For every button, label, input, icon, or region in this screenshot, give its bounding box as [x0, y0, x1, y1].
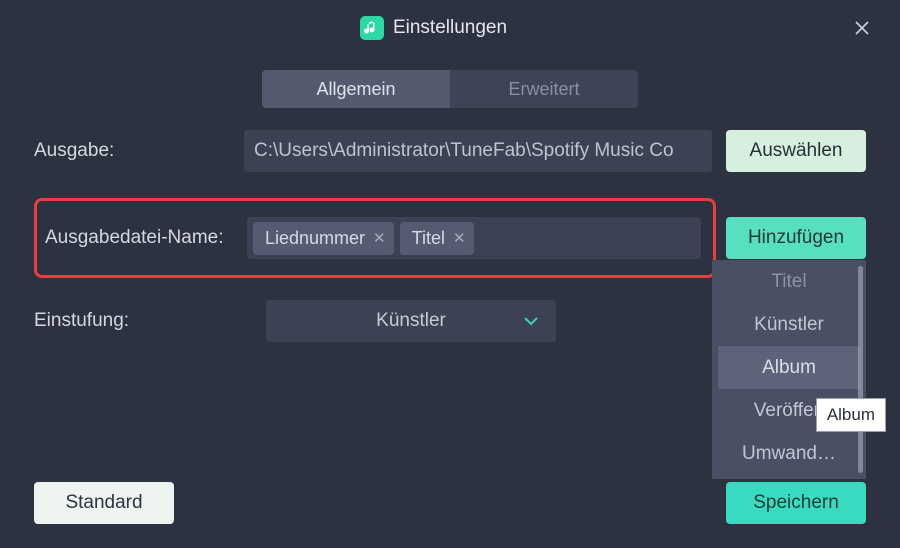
window-title: Einstellungen	[393, 17, 507, 39]
remove-tag-icon[interactable]: ✕	[453, 229, 466, 247]
filename-highlight: Ausgabedatei-Name: Liednummer ✕ Titel ✕	[34, 198, 716, 278]
tab-bar: Allgemein Erweitert	[0, 70, 900, 108]
tag-label: Titel	[412, 228, 445, 249]
classification-value: Künstler	[376, 310, 446, 332]
output-label: Ausgabe:	[34, 140, 244, 162]
default-button[interactable]: Standard	[34, 482, 174, 524]
chevron-down-icon	[524, 310, 538, 332]
tab-general[interactable]: Allgemein	[262, 70, 450, 108]
dropdown-item-album[interactable]: Album	[718, 346, 860, 389]
classification-select[interactable]: Künstler	[266, 300, 556, 342]
dropdown-item-title[interactable]: Titel	[712, 260, 866, 303]
tag-label: Liednummer	[265, 228, 365, 249]
footer: Standard Speichern	[34, 482, 866, 524]
add-button[interactable]: Hinzufügen	[726, 217, 866, 259]
dropdown-item-artist[interactable]: Künstler	[712, 303, 866, 346]
app-icon	[360, 16, 384, 40]
output-path-field[interactable]: C:\Users\Administrator\TuneFab\Spotify M…	[244, 130, 712, 172]
filename-label: Ausgabedatei-Name:	[45, 227, 247, 249]
save-button[interactable]: Speichern	[726, 482, 866, 524]
add-dropdown[interactable]: Titel Künstler Album Veröffen Umwand…	[712, 260, 866, 479]
tab-advanced[interactable]: Erweitert	[450, 70, 638, 108]
tooltip: Album	[816, 398, 886, 432]
titlebar: Einstellungen	[0, 0, 900, 56]
remove-tag-icon[interactable]: ✕	[373, 229, 386, 247]
close-icon[interactable]	[854, 20, 870, 36]
row-output: Ausgabe: C:\Users\Administrator\TuneFab\…	[34, 130, 866, 172]
tag-tracknumber: Liednummer ✕	[253, 222, 394, 255]
filename-tag-input[interactable]: Liednummer ✕ Titel ✕	[247, 217, 701, 259]
dropdown-item-convert[interactable]: Umwand…	[712, 432, 866, 475]
classification-label: Einstufung:	[34, 310, 266, 332]
dropdown-scrollbar[interactable]	[858, 266, 863, 473]
choose-button[interactable]: Auswählen	[726, 130, 866, 172]
tag-title: Titel ✕	[400, 222, 474, 255]
